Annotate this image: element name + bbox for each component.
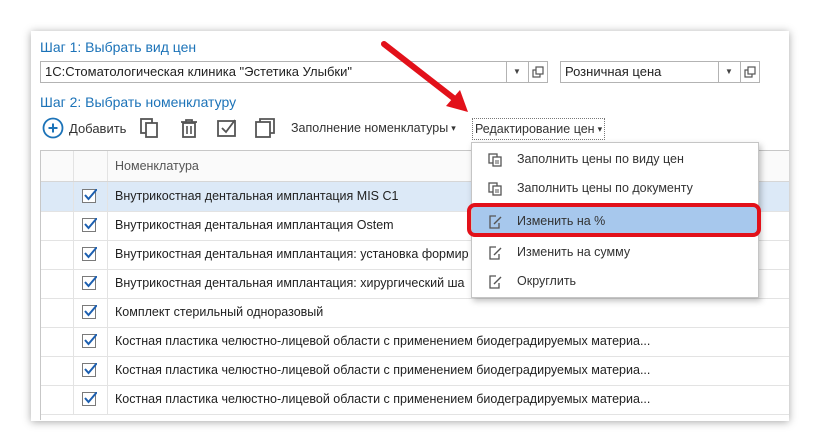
add-button[interactable]: Добавить [42,116,126,140]
column-divider [73,356,74,385]
row-checkbox[interactable] [82,392,97,406]
checkmark-icon [84,218,97,230]
row-name: Костная пластика челюстно-лицевой област… [115,334,651,348]
menu-item-label: Изменить на % [517,214,606,228]
chevron-down-icon: ▾ [597,123,603,134]
edit-icon [489,246,502,260]
menu-item-label: Заполнить цены по виду цен [517,152,684,166]
copy-button[interactable] [139,117,161,139]
add-icon [42,117,64,139]
row-checkbox[interactable] [82,276,97,290]
column-divider [73,240,74,269]
row-checkbox[interactable] [82,305,97,319]
table-row[interactable]: Комплект стерильный одноразовый [41,298,789,328]
checkmark-icon [84,305,97,317]
row-name: Костная пластика челюстно-лицевой област… [115,363,651,377]
menu-item-label: Изменить на сумму [517,245,631,259]
menu-item-label: Заполнить цены по документу [517,181,693,195]
organization-open-button[interactable] [528,61,548,83]
column-divider [107,151,108,181]
step1-title: Шаг 1: Выбрать вид цен [40,39,197,55]
checkmark-icon [84,247,97,259]
column-divider [73,182,74,211]
checkmark-icon [84,189,97,201]
checkmark-icon [84,392,97,404]
organization-field[interactable]: 1С:Стоматологическая клиника "Эстетика У… [40,61,529,83]
checkmark-icon [84,363,97,375]
row-checkbox[interactable] [82,247,97,261]
fill-nomenclature-label: Заполнение номенклатуры [291,121,449,135]
form-window: Шаг 1: Выбрать вид цен 1С:Стоматологичес… [31,31,789,421]
organization-value: 1С:Стоматологическая клиника "Эстетика У… [45,64,352,79]
price-type-open-button[interactable] [740,61,760,83]
fill-nomenclature-menu[interactable]: Заполнение номенклатуры ▾ [291,116,456,140]
column-divider [107,240,108,269]
column-divider [107,298,108,327]
menu-item-round[interactable]: Округлить [472,267,758,296]
column-divider [73,211,74,240]
copy-icon [140,118,158,138]
menu-item-fill-by-document[interactable]: Заполнить цены по документу [472,174,758,203]
column-divider [73,327,74,356]
trash-icon [181,119,197,138]
column-divider [73,298,74,327]
table-row[interactable]: Костная пластика челюстно-лицевой област… [41,385,789,415]
column-divider [73,151,74,181]
row-checkbox[interactable] [82,363,97,377]
open-icon [744,66,756,78]
column-divider [107,269,108,298]
menu-item-label: Округлить [517,274,577,288]
column-divider [107,356,108,385]
edit-prices-label: Редактирование цен [475,122,595,136]
row-checkbox[interactable] [82,189,97,203]
row-name: Комплект стерильный одноразовый [115,305,324,319]
row-name: Внутрикостная дентальная имплантация Ost… [115,218,394,232]
uncheck-all-button[interactable] [254,117,276,139]
checkmark-icon [84,334,97,346]
price-type-dropdown-button[interactable]: ▼ [718,62,739,82]
column-header-nomenclature[interactable]: Номенклатура [115,159,199,173]
chevron-down-icon: ▾ [451,122,456,133]
price-type-value: Розничная цена [565,64,662,79]
table-row[interactable]: Костная пластика челюстно-лицевой област… [41,327,789,357]
price-type-field[interactable]: Розничная цена ▼ [560,61,741,83]
menu-item-change-percent[interactable]: Изменить на % [472,207,758,236]
edit-prices-popup-menu: Заполнить цены по виду цен Заполнить цен… [471,142,759,298]
row-name: Внутрикостная дентальная имплантация MIS… [115,189,399,203]
row-checkbox[interactable] [82,218,97,232]
add-button-label: Добавить [69,120,127,136]
column-divider [107,327,108,356]
column-divider [107,182,108,211]
delete-button[interactable] [178,117,200,139]
edit-icon [489,275,502,289]
fill-icon [488,182,502,196]
menu-item-fill-by-price-type[interactable]: Заполнить цены по виду цен [472,145,758,174]
edit-prices-menu[interactable]: Редактирование цен ▾ [472,118,606,140]
edit-icon [489,215,502,229]
fill-icon [488,153,502,167]
row-name: Костная пластика челюстно-лицевой област… [115,392,651,406]
check-all-button[interactable] [216,117,238,139]
row-name: Внутрикостная дентальная имплантация: хи… [115,276,465,290]
menu-item-change-amount[interactable]: Изменить на сумму [472,238,758,267]
check-all-icon [217,119,236,137]
checkmark-icon [84,276,97,288]
uncheck-all-icon [255,118,275,138]
column-divider [73,385,74,414]
column-divider [107,211,108,240]
row-checkbox[interactable] [82,334,97,348]
step2-title: Шаг 2: Выбрать номенклатуру [40,94,237,110]
organization-dropdown-button[interactable]: ▼ [506,62,527,82]
column-divider [107,385,108,414]
column-divider [73,269,74,298]
table-row[interactable]: Костная пластика челюстно-лицевой област… [41,356,789,386]
row-name: Внутрикостная дентальная имплантация: ус… [115,247,469,261]
open-icon [532,66,544,78]
